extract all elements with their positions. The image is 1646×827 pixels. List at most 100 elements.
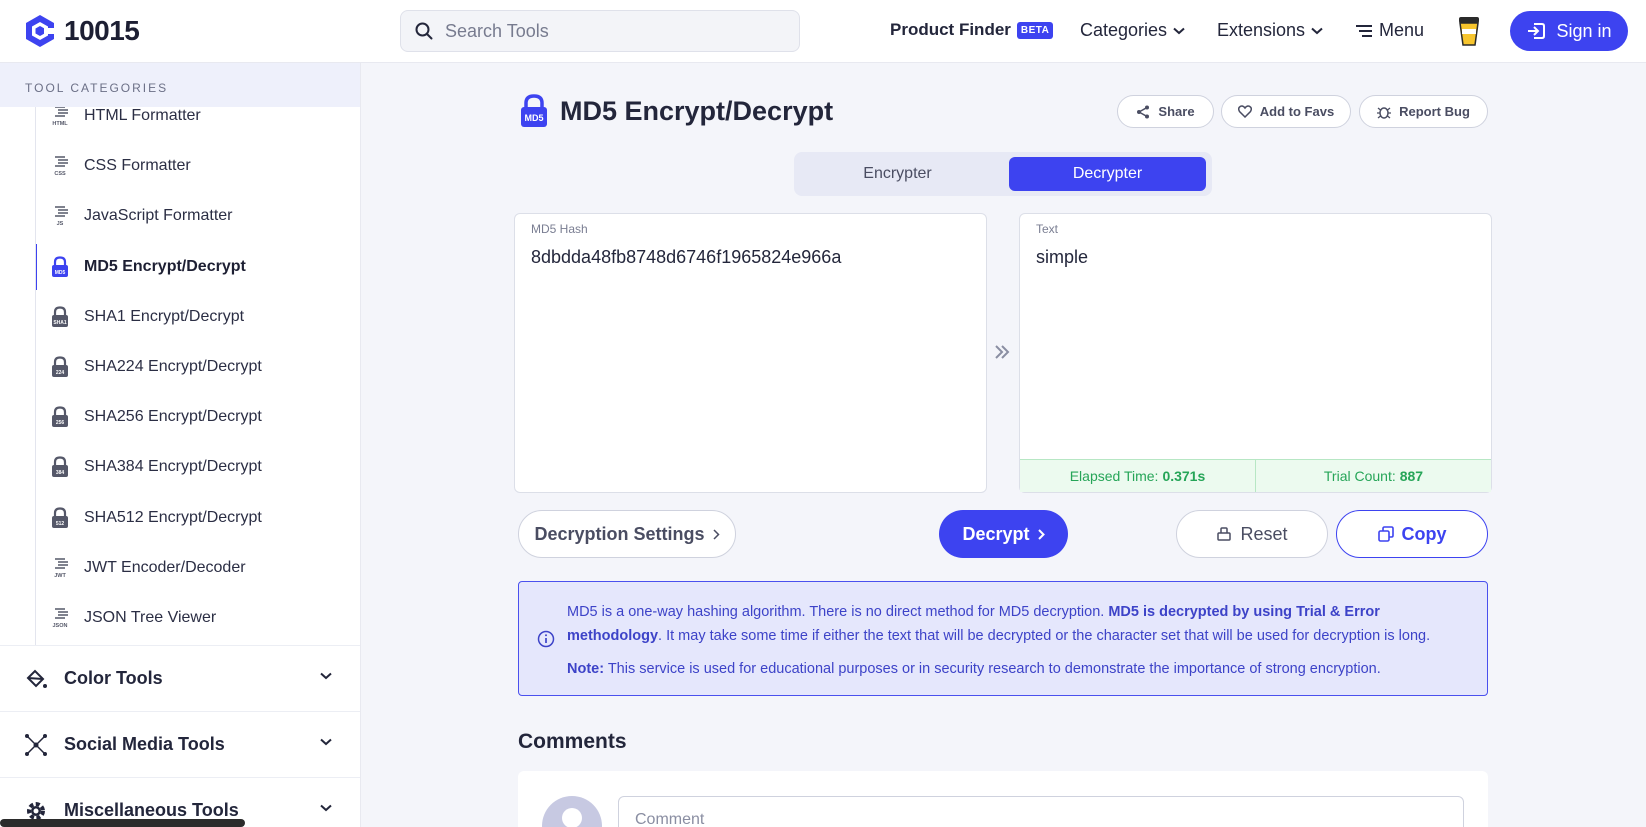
reset-button[interactable]: Reset (1176, 510, 1328, 558)
sidebar-item-json-tree-viewer[interactable]: JSON JSON Tree Viewer (36, 595, 360, 641)
product-finder-label: Product Finder (890, 20, 1011, 39)
network-icon (25, 733, 47, 756)
sidebar-item-html-formatter[interactable]: HTML HTML Formatter (36, 107, 360, 139)
sidebar-item-label: HTML Formatter (84, 107, 201, 124)
info-icon (537, 630, 555, 648)
search-bar[interactable] (400, 10, 800, 52)
category-label: Miscellaneous Tools (64, 800, 239, 820)
nav-product-finder[interactable]: Product Finder BETA (890, 20, 1054, 40)
sidebar-item-sha512-encrypt-decrypt[interactable]: 512 SHA512 Encrypt/Decrypt (36, 495, 360, 541)
svg-text:JSON: JSON (53, 623, 68, 629)
search-input[interactable] (445, 20, 765, 42)
sidebar-item-sha256-encrypt-decrypt[interactable]: 256 SHA256 Encrypt/Decrypt (36, 394, 360, 440)
category-social-media-tools[interactable]: Social Media Tools (0, 711, 360, 777)
share-label: Share (1158, 104, 1195, 119)
text-output-panel[interactable]: Text simple Elapsed Time: 0.371s Trial C… (1019, 213, 1492, 493)
decrypt-stats: Elapsed Time: 0.371s Trial Count: 887 (1020, 459, 1491, 492)
svg-text:384: 384 (56, 470, 65, 476)
info-note: Note: This service is used for education… (567, 661, 1381, 677)
sidebar-item-sha1-encrypt-decrypt[interactable]: SHA1 SHA1 Encrypt/Decrypt (36, 294, 360, 340)
sign-in-button[interactable]: Sign in (1510, 11, 1628, 51)
md5-hash-label: MD5 Hash (531, 222, 588, 236)
double-chevron-right-icon (995, 345, 1010, 359)
sign-in-icon (1528, 23, 1546, 39)
text-output-value[interactable]: simple (1036, 247, 1088, 268)
sidebar-item-label: MD5 Encrypt/Decrypt (84, 257, 246, 275)
tab-encrypter[interactable]: Encrypter (799, 157, 996, 191)
nav-extensions[interactable]: Extensions (1217, 20, 1323, 41)
mode-tabs: Encrypter Decrypter (794, 152, 1212, 196)
category-color-tools[interactable]: Color Tools (0, 645, 360, 711)
paint-bucket-icon (26, 669, 47, 688)
comments-heading: Comments (518, 730, 627, 753)
decryption-settings-label: Decryption Settings (534, 523, 705, 544)
logo[interactable]: 10015 (24, 14, 140, 48)
search-icon (415, 22, 433, 40)
lock-icon: 224 (50, 355, 70, 379)
chevron-down-icon (1173, 27, 1185, 34)
svg-text:CSS: CSS (54, 171, 66, 177)
copy-icon (1377, 526, 1394, 542)
menu-label: Menu (1379, 20, 1425, 40)
elapsed-time-value: 0.371s (1162, 468, 1206, 484)
text-output-label: Text (1036, 222, 1059, 236)
lock-icon: 256 (50, 405, 70, 429)
svg-text:JS: JS (57, 221, 64, 227)
elapsed-time-stat: Elapsed Time: 0.371s (1020, 460, 1256, 492)
share-icon (1137, 105, 1150, 118)
sign-in-label: Sign in (1556, 20, 1612, 41)
sidebar-item-md5-encrypt-decrypt[interactable]: MD5 MD5 Encrypt/Decrypt (36, 243, 360, 290)
menu-icon (1356, 24, 1372, 37)
trial-count-stat: Trial Count: 887 (1256, 460, 1491, 492)
svg-text:224: 224 (56, 370, 65, 376)
category-label: Social Media Tools (64, 734, 225, 754)
lock-icon: 512 (50, 506, 70, 530)
elapsed-time-label: Elapsed Time: (1069, 468, 1159, 484)
copy-button[interactable]: Copy (1336, 510, 1488, 558)
nav-menu[interactable]: Menu (1355, 20, 1424, 41)
tab-decrypter[interactable]: Decrypter (1009, 157, 1206, 191)
md5-hash-panel[interactable]: MD5 Hash 8dbdda48fb8748d6746f1965824e966… (514, 213, 987, 493)
sidebar-item-label: JavaScript Formatter (84, 207, 233, 225)
coffee-cup-icon[interactable] (1458, 16, 1480, 46)
file-code-icon: JWT (50, 556, 70, 580)
lock-icon: SHA1 (50, 305, 70, 329)
add-to-favs-button[interactable]: Add to Favs (1221, 95, 1351, 128)
sidebar-item-jwt-encoder-decoder[interactable]: JWT JWT Encoder/Decoder (36, 545, 360, 591)
sidebar-item-sha384-encrypt-decrypt[interactable]: 384 SHA384 Encrypt/Decrypt (36, 444, 360, 490)
svg-text:SHA1: SHA1 (53, 320, 67, 326)
extensions-label: Extensions (1217, 20, 1306, 40)
chevron-down-icon (1311, 27, 1323, 34)
file-code-icon: JS (50, 204, 70, 228)
heart-icon (1237, 105, 1252, 118)
nav-categories[interactable]: Categories (1080, 20, 1185, 41)
decryption-settings-button[interactable]: Decryption Settings (518, 510, 736, 558)
trial-count-value: 887 (1399, 468, 1424, 484)
chevron-down-icon (320, 672, 332, 680)
sidebar-item-css-formatter[interactable]: CSS CSS Formatter (36, 143, 360, 189)
report-bug-button[interactable]: Report Bug (1359, 95, 1488, 128)
sidebar-item-label: SHA384 Encrypt/Decrypt (84, 458, 262, 476)
bug-icon (1377, 106, 1392, 119)
sidebar-heading: TOOL CATEGORIES (0, 63, 360, 107)
horizontal-scrollbar[interactable] (0, 819, 245, 827)
chevron-right-icon (1037, 528, 1045, 540)
comment-input[interactable]: Comment (618, 796, 1464, 827)
sidebar: TOOL CATEGORIES HTML HTML Formatter CSS CSS… (0, 63, 361, 827)
add-to-favs-label: Add to Favs (1259, 104, 1335, 119)
reset-label: Reset (1240, 523, 1288, 544)
decrypt-button[interactable]: Decrypt (939, 510, 1068, 558)
md5-hash-input[interactable]: 8dbdda48fb8748d6746f1965824e966a (531, 247, 841, 268)
sidebar-item-label: SHA256 Encrypt/Decrypt (84, 408, 262, 426)
svg-text:HTML: HTML (52, 121, 68, 127)
beta-badge: BETA (1016, 21, 1054, 39)
categories-label: Categories (1080, 20, 1168, 40)
eraser-icon (1217, 527, 1232, 541)
info-text: MD5 is a one-way hashing algorithm. Ther… (567, 604, 1431, 644)
trial-count-label: Trial Count: (1323, 468, 1396, 484)
svg-text:512: 512 (56, 521, 65, 527)
sidebar-item-sha224-encrypt-decrypt[interactable]: 224 SHA224 Encrypt/Decrypt (36, 344, 360, 390)
sidebar-item-javascript-formatter[interactable]: JS JavaScript Formatter (36, 193, 360, 239)
sidebar-tool-list[interactable]: HTML HTML Formatter CSS CSS Formatter JS Java… (35, 107, 360, 707)
share-button[interactable]: Share (1117, 95, 1214, 128)
